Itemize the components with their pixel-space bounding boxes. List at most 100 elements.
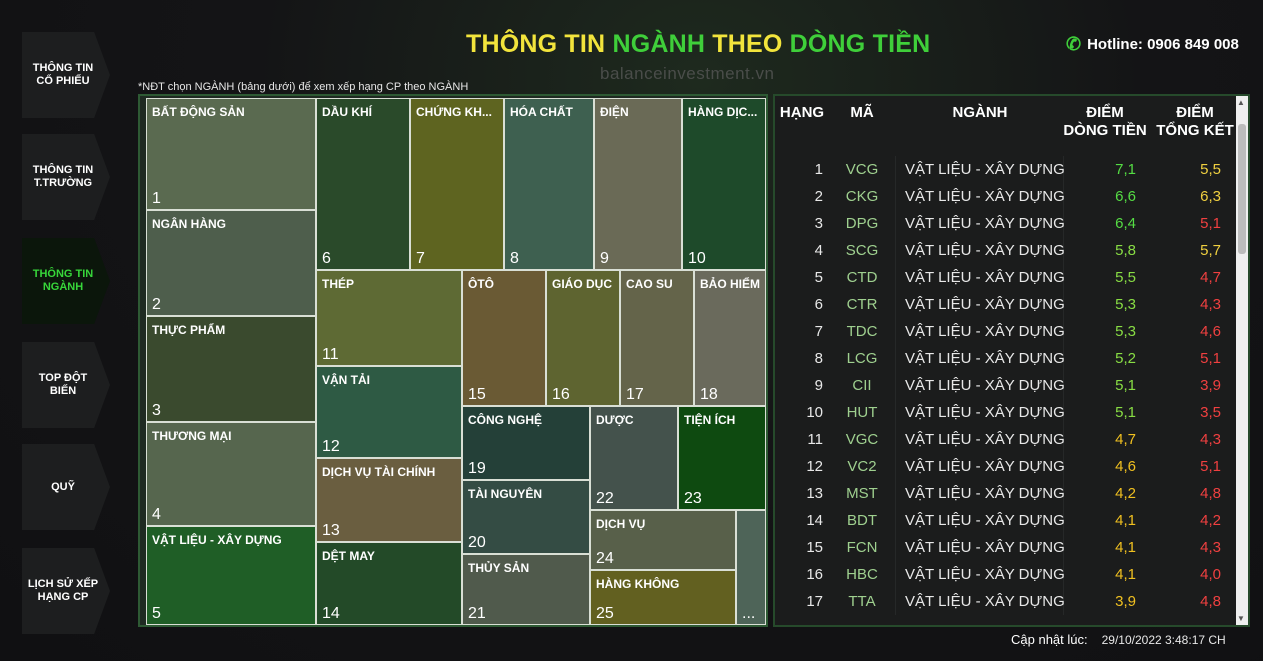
treemap-cell-rank: 6 [322,250,331,267]
treemap-cell-label: HÓA CHẤT [510,105,573,119]
cell-stock-code: DPG [845,215,879,232]
table-row[interactable]: 9 CII VẬT LIỆU - XÂY DỰNG 5,1 3,9 [775,372,1237,399]
nav-lich-su-xep-hang[interactable]: LỊCH SỬ XẾP HẠNG CP [22,548,110,634]
treemap-cell[interactable]: CAO SU 17 [620,270,694,406]
cell-industry: VẬT LIỆU - XÂY DỰNG [905,242,1065,259]
table-row[interactable]: 3 DPG VẬT LIỆU - XÂY DỰNG 6,4 5,1 [775,210,1237,237]
table-scrollbar[interactable]: ▲ ▼ [1236,96,1248,625]
treemap-cell-rank: 13 [322,522,340,539]
cell-stock-code: LCG [846,350,878,367]
cell-industry: VẬT LIỆU - XÂY DỰNG [905,512,1065,529]
treemap-cell-label: DỊCH VỤ TÀI CHÍNH [322,465,436,479]
scroll-thumb[interactable] [1238,124,1246,254]
treemap-cell[interactable]: THƯƠNG MẠI 4 [146,422,316,526]
treemap-cell[interactable]: HÀNG KHÔNG 25 [590,570,736,625]
table-row[interactable]: 10 HUT VẬT LIỆU - XÂY DỰNG 5,1 3,5 [775,399,1237,426]
nav-label: THÔNG TIN T.TRƯỜNG [32,164,94,189]
treemap-cell[interactable]: TIỆN ÍCH 23 [678,406,766,510]
cell-total-score: 5,7 [1200,242,1221,259]
treemap-cell[interactable]: THÉP 11 [316,270,462,366]
treemap-cell[interactable]: CÔNG NGHỆ 19 [462,406,590,480]
treemap-cell-rank: 3 [152,402,161,419]
scroll-down-icon[interactable]: ▼ [1237,614,1245,623]
table-row[interactable]: 5 CTD VẬT LIỆU - XÂY DỰNG 5,5 4,7 [775,264,1237,291]
treemap-cell-label: BẤT ĐỘNG SẢN [152,105,245,119]
table-row[interactable]: 6 CTR VẬT LIỆU - XÂY DỰNG 5,3 4,3 [775,291,1237,318]
treemap-cell-rank: 24 [596,550,614,567]
nav-label: TOP ĐỘT BIẾN [38,372,88,397]
treemap-cell[interactable]: DỊCH VỤ TÀI CHÍNH 13 [316,458,462,542]
treemap-cell-rank: 21 [468,605,486,622]
table-row[interactable]: 16 HBC VẬT LIỆU - XÂY DỰNG 4,1 4,0 [775,561,1237,588]
treemap-cell-label: HÀNG DỊC... [688,105,758,119]
table-row[interactable]: 13 MST VẬT LIỆU - XÂY DỰNG 4,2 4,8 [775,480,1237,507]
cell-industry: VẬT LIỆU - XÂY DỰNG [905,188,1065,205]
nav-thong-tin-thi-truong[interactable]: THÔNG TIN T.TRƯỜNG [22,134,110,220]
treemap-cell[interactable]: CHỨNG KH... 7 [410,98,504,270]
treemap-cell-label: THƯƠNG MẠI [152,429,232,443]
header-cashflow: ĐIỂM DÒNG TIỀN [1063,104,1147,139]
treemap-cell-rank: 12 [322,438,340,455]
title-part: NGÀNH [612,30,713,58]
treemap-cell[interactable]: DỆT MAY 14 [316,542,462,625]
treemap-cell[interactable]: ... [736,510,766,625]
cell-industry: VẬT LIỆU - XÂY DỰNG [905,404,1065,421]
treemap-cell-rank: ... [742,605,756,622]
treemap-cell[interactable]: ÔTÔ 15 [462,270,546,406]
cell-cashflow-score: 4,6 [1115,458,1136,475]
header-rank: HẠNG [779,104,825,121]
cell-rank: 2 [814,188,823,205]
treemap-cell-rank: 23 [684,490,702,507]
cell-cashflow-score: 6,4 [1115,215,1136,232]
cell-cashflow-score: 5,2 [1115,350,1136,367]
treemap-cell-rank: 15 [468,386,486,403]
cell-industry: VẬT LIỆU - XÂY DỰNG [905,431,1065,448]
treemap-cell[interactable]: THỰC PHẨM 3 [146,316,316,422]
treemap-cell[interactable]: BẢO HIỂM 18 [694,270,766,406]
table-row[interactable]: 2 CKG VẬT LIỆU - XÂY DỰNG 6,6 6,3 [775,183,1237,210]
cell-total-score: 4,8 [1200,593,1221,610]
table-row[interactable]: 14 BDT VẬT LIỆU - XÂY DỰNG 4,1 4,2 [775,507,1237,534]
treemap-cell[interactable]: DƯỢC 22 [590,406,678,510]
treemap-cell-rank: 25 [596,605,614,622]
treemap-cell-label: THỰC PHẨM [152,323,226,337]
cell-stock-code: BDT [847,512,877,529]
treemap-cell-label: VẬT LIỆU - XÂY DỰNG [152,533,282,547]
treemap-cell[interactable]: VẬN TẢI 12 [316,366,462,458]
scroll-up-icon[interactable]: ▲ [1237,98,1245,107]
table-row[interactable]: 12 VC2 VẬT LIỆU - XÂY DỰNG 4,6 5,1 [775,453,1237,480]
nav-thong-tin-nganh[interactable]: THÔNG TIN NGÀNH [22,238,110,324]
cell-cashflow-score: 3,9 [1115,593,1136,610]
cell-stock-code: TTA [848,593,876,610]
treemap-cell-label: TIỆN ÍCH [684,413,736,427]
cell-total-score: 4,3 [1200,296,1221,313]
table-row[interactable]: 7 TDC VẬT LIỆU - XÂY DỰNG 5,3 4,6 [775,318,1237,345]
treemap-cell[interactable]: GIÁO DỤC 16 [546,270,620,406]
watermark: balanceinvestment.vn [600,64,775,83]
treemap-cell[interactable]: TÀI NGUYÊN 20 [462,480,590,554]
cell-stock-code: MST [846,485,878,502]
cell-rank: 14 [806,512,823,529]
nav-quy[interactable]: QUỸ [22,444,110,530]
treemap-cell[interactable]: HÓA CHẤT 8 [504,98,594,270]
nav-thong-tin-co-phieu[interactable]: THÔNG TIN CỔ PHIẾU [22,32,110,118]
table-row[interactable]: 17 TTA VẬT LIỆU - XÂY DỰNG 3,9 4,8 [775,588,1237,615]
table-row[interactable]: 4 SCG VẬT LIỆU - XÂY DỰNG 5,8 5,7 [775,237,1237,264]
table-row[interactable]: 15 FCN VẬT LIỆU - XÂY DỰNG 4,1 4,3 [775,534,1237,561]
treemap-cell[interactable]: DỊCH VỤ 24 [590,510,736,570]
cell-total-score: 4,3 [1200,539,1221,556]
treemap-cell[interactable]: NGÂN HÀNG 2 [146,210,316,316]
nav-top-dot-bien[interactable]: TOP ĐỘT BIẾN [22,342,110,428]
treemap-cell-rank: 14 [322,605,340,622]
cell-total-score: 5,5 [1200,161,1221,178]
treemap-cell[interactable]: VẬT LIỆU - XÂY DỰNG 5 [146,526,316,625]
treemap-cell[interactable]: HÀNG DỊC... 10 [682,98,766,270]
treemap-cell[interactable]: ĐIỆN 9 [594,98,682,270]
treemap-cell[interactable]: THỦY SẢN 21 [462,554,590,625]
table-row[interactable]: 1 VCG VẬT LIỆU - XÂY DỰNG 7,1 5,5 [775,156,1237,183]
table-row[interactable]: 8 LCG VẬT LIỆU - XÂY DỰNG 5,2 5,1 [775,345,1237,372]
treemap-cell[interactable]: DẦU KHÍ 6 [316,98,410,270]
treemap-cell[interactable]: BẤT ĐỘNG SẢN 1 [146,98,316,210]
cell-industry: VẬT LIỆU - XÂY DỰNG [905,269,1065,286]
table-row[interactable]: 11 VGC VẬT LIỆU - XÂY DỰNG 4,7 4,3 [775,426,1237,453]
